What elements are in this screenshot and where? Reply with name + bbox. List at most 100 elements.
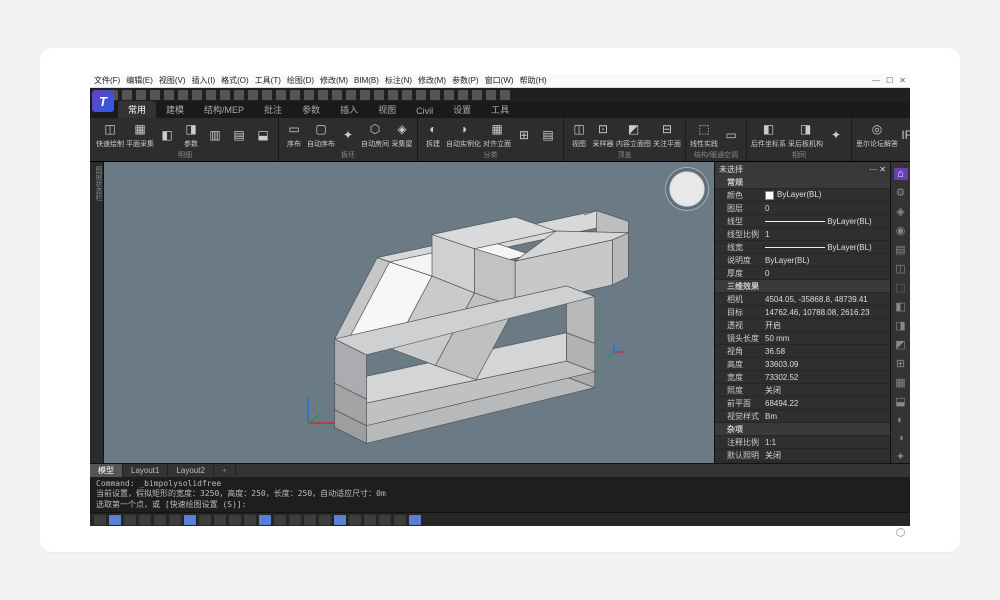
menu-item[interactable]: 文件(F) [94, 75, 120, 86]
prop-row[interactable]: 注释比例1:1 [715, 436, 890, 449]
ribbon-tab[interactable]: 插入 [330, 101, 368, 118]
prop-row[interactable]: 高度33603.09 [715, 358, 890, 371]
ribbon-button[interactable]: ⊟关注平面 [653, 120, 681, 149]
ribbon-button[interactable]: ▥ [204, 126, 226, 144]
quick-icon[interactable] [234, 90, 244, 100]
quick-icon[interactable] [388, 90, 398, 100]
prop-row[interactable]: 图层0 [715, 202, 890, 215]
quick-icon[interactable] [304, 90, 314, 100]
rail-icon[interactable]: ◩ [894, 338, 908, 351]
prop-row[interactable]: 照度关闭 [715, 384, 890, 397]
status-toggle[interactable] [394, 515, 406, 525]
ribbon-button[interactable]: ⬓ [252, 126, 274, 144]
status-toggle[interactable] [169, 515, 181, 525]
status-toggle[interactable] [259, 515, 271, 525]
status-toggle[interactable] [379, 515, 391, 525]
rail-icon[interactable]: ◉ [894, 224, 908, 237]
quick-icon[interactable] [416, 90, 426, 100]
menu-item[interactable]: 绘图(D) [287, 75, 314, 86]
quick-icon[interactable] [178, 90, 188, 100]
ribbon-tab[interactable]: 参数 [292, 101, 330, 118]
status-toggle[interactable] [109, 515, 121, 525]
prop-row[interactable]: 宽度73302.52 [715, 371, 890, 384]
ribbon-button[interactable]: ▭ [720, 126, 742, 144]
menu-item[interactable]: 编辑(E) [126, 75, 153, 86]
quick-icon[interactable] [192, 90, 202, 100]
quick-icon[interactable] [332, 90, 342, 100]
status-toggle[interactable] [289, 515, 301, 525]
status-toggle[interactable] [229, 515, 241, 525]
status-toggle[interactable] [94, 515, 106, 525]
ribbon-button[interactable]: ◨参数 [180, 120, 202, 149]
quick-icon[interactable] [150, 90, 160, 100]
quick-icon[interactable] [276, 90, 286, 100]
ribbon-button[interactable]: ▤ [228, 126, 250, 144]
rail-icon[interactable]: ◨ [894, 319, 908, 332]
quick-icon[interactable] [444, 90, 454, 100]
rail-icon[interactable]: ⌂ [894, 168, 908, 180]
status-toggle[interactable] [334, 515, 346, 525]
ribbon-tab[interactable]: 常用 [118, 101, 156, 118]
rail-icon[interactable]: ◫ [894, 262, 908, 275]
rail-icon[interactable]: ⊞ [894, 357, 908, 370]
ribbon-button[interactable]: ⬡自动房间 [361, 120, 389, 149]
rail-icon[interactable]: ⬡ [894, 526, 908, 539]
ribbon-button[interactable]: ▦平面采集 [126, 120, 154, 149]
rail-icon[interactable]: ◧ [894, 300, 908, 313]
quick-icon[interactable] [500, 90, 510, 100]
ribbon-tab[interactable]: 建模 [156, 101, 194, 118]
quick-icon[interactable] [136, 90, 146, 100]
rail-icon[interactable]: ◐ [894, 414, 908, 426]
close-icon[interactable]: ✕ [899, 76, 906, 85]
ribbon-button[interactable]: IFC [900, 126, 910, 144]
ribbon-button[interactable]: ◨采后板机构 [788, 120, 823, 149]
ribbon-button[interactable]: ✦ [337, 126, 359, 144]
status-toggle[interactable] [139, 515, 151, 525]
quick-icon[interactable] [430, 90, 440, 100]
ribbon-button[interactable]: ▭序布 [283, 120, 305, 149]
ribbon-button[interactable]: ✦ [825, 126, 847, 144]
prop-row[interactable]: 目标14762.46, 10788.08, 2616.23 [715, 306, 890, 319]
rail-icon[interactable]: ▦ [894, 376, 908, 389]
add-layout-button[interactable]: + [214, 465, 236, 476]
layout-tab[interactable]: Layout1 [123, 465, 168, 476]
menu-item[interactable]: 修改(M) [418, 75, 446, 86]
menu-item[interactable]: 插入(I) [192, 75, 216, 86]
ribbon-button[interactable]: ▢自动序布 [307, 120, 335, 149]
prop-row[interactable]: 透视开启 [715, 319, 890, 332]
quick-icon[interactable] [472, 90, 482, 100]
prop-row[interactable]: 说明度ByLayer(BL) [715, 254, 890, 267]
menu-item[interactable]: 格式(O) [221, 75, 249, 86]
menu-item[interactable]: 参数(P) [452, 75, 479, 86]
status-toggle[interactable] [274, 515, 286, 525]
ribbon-button[interactable]: ◧后件坐标系 [751, 120, 786, 149]
menu-item[interactable]: 修改(M) [320, 75, 348, 86]
quick-icon[interactable] [122, 90, 132, 100]
ribbon-button[interactable]: ⊡采样器 [592, 120, 614, 149]
ribbon-button[interactable]: ⊞ [513, 126, 535, 144]
quick-icon[interactable] [206, 90, 216, 100]
maximize-icon[interactable]: ☐ [886, 76, 893, 85]
status-toggle[interactable] [199, 515, 211, 525]
prop-row[interactable]: 线型 ByLayer(BL) [715, 215, 890, 228]
status-toggle[interactable] [349, 515, 361, 525]
rail-icon[interactable]: ◑ [894, 432, 908, 444]
status-toggle[interactable] [214, 515, 226, 525]
ribbon-button[interactable]: ◈采集屋 [391, 120, 413, 149]
quick-icon[interactable] [248, 90, 258, 100]
quick-icon[interactable] [486, 90, 496, 100]
ribbon-button[interactable]: ▦对齐立面 [483, 120, 511, 149]
prop-row[interactable]: 线型比例1 [715, 228, 890, 241]
quick-icon[interactable] [402, 90, 412, 100]
rail-icon[interactable]: ⚙ [894, 186, 908, 199]
ribbon-button[interactable]: ◐拆建 [422, 120, 444, 149]
prop-row[interactable]: 线宽 ByLayer(BL) [715, 241, 890, 254]
status-toggle[interactable] [304, 515, 316, 525]
quick-icon[interactable] [458, 90, 468, 100]
prop-row[interactable]: 视觉样式Bm [715, 410, 890, 423]
menu-item[interactable]: 帮助(H) [520, 75, 547, 86]
menu-item[interactable]: 视图(V) [159, 75, 186, 86]
ribbon-button[interactable]: ◫快速绘制 [96, 120, 124, 149]
ribbon-tab[interactable]: 结构/MEP [194, 101, 254, 118]
status-toggle[interactable] [409, 515, 421, 525]
